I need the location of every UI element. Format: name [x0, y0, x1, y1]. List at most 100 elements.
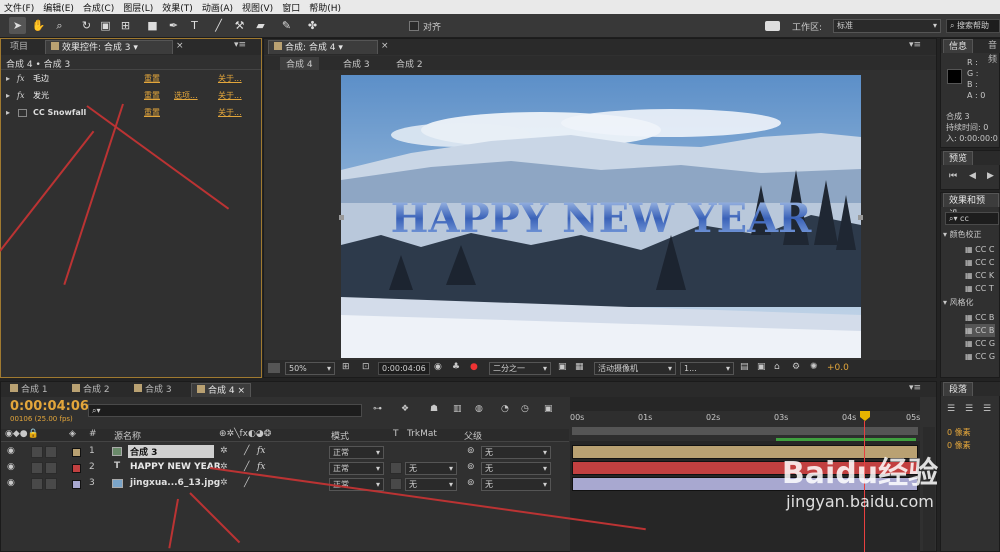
current-timecode[interactable]: 0:00:04:06: [10, 399, 89, 414]
effect-item[interactable]: ▦ CC B: [965, 324, 996, 337]
pickwhip-icon[interactable]: ⊚: [467, 478, 475, 488]
blend-mode-select[interactable]: 正常▾: [329, 462, 384, 475]
quality-switch-icon[interactable]: ╱: [244, 462, 249, 472]
panel-menu-icon[interactable]: ▾≡: [909, 383, 921, 393]
close-icon[interactable]: ×: [381, 41, 389, 51]
parent-select[interactable]: 无 ▾: [481, 446, 551, 459]
exposure-value[interactable]: +0.0: [827, 363, 849, 373]
pen-tool-icon[interactable]: ✒: [165, 17, 182, 34]
menu-file[interactable]: 文件(F): [4, 1, 34, 14]
label-color-swatch[interactable]: [72, 448, 81, 457]
flowchart-icon[interactable]: ⚙: [792, 362, 800, 372]
tab-info[interactable]: 信息: [943, 39, 974, 53]
tab-project[interactable]: 项目: [5, 40, 33, 54]
solo-toggle[interactable]: [31, 478, 43, 490]
puppet-pin-tool-icon[interactable]: ✤: [304, 17, 321, 34]
layer-name[interactable]: jingxua...6_13.jpg: [130, 478, 220, 488]
parent-select[interactable]: 无 ▾: [481, 462, 551, 475]
about-link[interactable]: 关于...: [218, 71, 242, 87]
frame-blending-icon[interactable]: ▥: [453, 404, 462, 414]
flow-comp-4[interactable]: 合成 4: [280, 57, 319, 70]
menu-view[interactable]: 视图(V): [242, 1, 273, 14]
snapshot-icon[interactable]: ◉: [434, 362, 442, 372]
label-color-swatch[interactable]: [72, 480, 81, 489]
transparency-grid-icon[interactable]: ▦: [575, 362, 584, 372]
solo-toggle[interactable]: [31, 446, 43, 458]
reset-link[interactable]: 重置: [144, 71, 160, 87]
tab-comp-3[interactable]: 合成 3: [129, 383, 177, 397]
safe-margins-icon[interactable]: ⊞: [342, 362, 350, 372]
timeline-icon[interactable]: ⌂: [774, 362, 780, 372]
about-link[interactable]: 关于...: [218, 88, 242, 104]
trkmat-select[interactable]: 无 ▾: [405, 462, 457, 475]
close-icon[interactable]: ×: [176, 41, 184, 51]
options-link[interactable]: 选项...: [174, 88, 198, 104]
pickwhip-icon[interactable]: ⊚: [467, 446, 475, 456]
align-center-icon[interactable]: ☰: [965, 404, 973, 414]
menu-help[interactable]: 帮助(H): [309, 1, 341, 14]
preserve-transparency-toggle[interactable]: [390, 478, 402, 490]
region-icon[interactable]: ⊡: [362, 362, 370, 372]
tab-composition-4[interactable]: 合成: 合成 4 ▾: [268, 40, 378, 54]
fx-switch-icon[interactable]: fx: [257, 462, 265, 472]
about-link[interactable]: 关于...: [218, 105, 242, 121]
layer-row[interactable]: ◉ 2 T HAPPY NEW YEAR ✲ ╱ fx 正常 ▾ 无 ▾ ⊚ 无 ▾: [1, 460, 569, 476]
stopwatch-icon[interactable]: ◷: [521, 404, 529, 414]
work-area-bar[interactable]: [572, 427, 918, 435]
tab-effect-controls[interactable]: 效果控件: 合成 3 ▾: [45, 40, 173, 54]
category-stylize[interactable]: ▾ 风格化: [943, 297, 974, 308]
blend-mode-select[interactable]: 正常▾: [329, 446, 384, 459]
tab-preview[interactable]: 预览: [943, 151, 974, 165]
layer-name[interactable]: HAPPY NEW YEAR: [130, 462, 221, 472]
graph-editor-icon[interactable]: ◔: [501, 404, 509, 414]
motion-blur-icon[interactable]: ◍: [475, 404, 483, 414]
resolution-select[interactable]: 二分之一 ▾: [489, 362, 551, 375]
solo-toggle[interactable]: [31, 462, 43, 474]
hide-shy-icon[interactable]: ☗: [430, 404, 438, 414]
trkmat-select[interactable]: 无 ▾: [405, 478, 457, 491]
toggle-pixel-aspect-icon[interactable]: ▤: [740, 362, 749, 372]
effect-item[interactable]: ▦ CC B: [965, 311, 995, 324]
expand-arrow-icon[interactable]: ▸: [6, 88, 10, 104]
show-snapshot-icon[interactable]: ♣: [452, 362, 460, 372]
effect-item[interactable]: ▦ CC C: [965, 243, 994, 256]
effect-item[interactable]: ▦ CC G: [965, 337, 995, 350]
menu-animation[interactable]: 动画(A): [202, 1, 233, 14]
search-help-input[interactable]: ⌕ 搜索帮助: [946, 19, 1000, 33]
flow-comp-2[interactable]: 合成 2: [396, 57, 423, 70]
layer-handle[interactable]: [339, 215, 344, 220]
expand-arrow-icon[interactable]: ▸: [6, 105, 10, 121]
menu-effect[interactable]: 效果(T): [162, 1, 193, 14]
fx-icon[interactable]: fx: [17, 71, 24, 87]
indent-left-value[interactable]: 0 像素: [947, 426, 971, 439]
lock-toggle[interactable]: [45, 478, 57, 490]
effect-row-cc-snowfall[interactable]: ▸ CC Snowfall 重置 关于...: [1, 105, 261, 121]
menu-window[interactable]: 窗口: [282, 1, 300, 14]
menu-composition[interactable]: 合成(C): [83, 1, 114, 14]
pan-behind-tool-icon[interactable]: ⊞: [117, 17, 134, 34]
flow-comp-3[interactable]: 合成 3: [343, 57, 370, 70]
viewer-timecode[interactable]: 0:00:04:06: [378, 362, 430, 375]
menu-edit[interactable]: 编辑(E): [43, 1, 74, 14]
workspace-select[interactable]: 标准 ▾: [833, 19, 941, 33]
effect-row-rough-edges[interactable]: ▸ fx 毛边 重置 关于...: [1, 71, 261, 87]
rectangle-tool-icon[interactable]: ■: [144, 17, 161, 34]
tab-comp-4[interactable]: 合成 4 ×: [191, 383, 251, 397]
zoom-tool-icon[interactable]: ⌕: [51, 17, 68, 34]
brush-tool-icon[interactable]: ╱: [210, 17, 227, 34]
panel-menu-icon[interactable]: ▾≡: [909, 40, 921, 50]
header-source-name[interactable]: 源名称: [114, 429, 141, 442]
tab-paragraph[interactable]: 段落: [943, 382, 974, 396]
composition-canvas[interactable]: HAPPY NEW YEAR: [341, 75, 861, 358]
always-preview-icon[interactable]: [268, 363, 280, 373]
zoom-select[interactable]: 50% ▾: [285, 362, 335, 375]
timeline-search-input[interactable]: ⌕▾: [88, 404, 362, 417]
camera-tool-icon[interactable]: ▣: [97, 17, 114, 34]
effect-item[interactable]: ▦ CC G: [965, 350, 995, 363]
rotate-tool-icon[interactable]: ↻: [78, 17, 95, 34]
draft-3d-icon[interactable]: ❖: [401, 404, 409, 414]
collapse-switch-icon[interactable]: ✲: [220, 446, 228, 456]
eye-icon[interactable]: ◉: [7, 462, 15, 472]
tab-audio[interactable]: 音频: [983, 39, 1000, 65]
align-left-icon[interactable]: ☰: [947, 404, 955, 414]
